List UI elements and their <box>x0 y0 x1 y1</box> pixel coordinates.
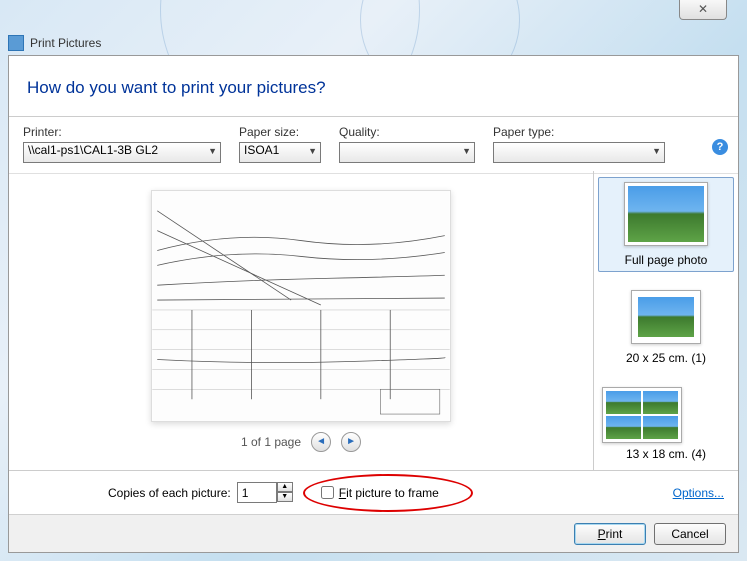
quality-select[interactable] <box>339 142 475 163</box>
layouts-pane[interactable]: Full page photo 20 x 25 cm. (1) 13 x 18 … <box>593 171 738 470</box>
copies-up-button[interactable]: ▲ <box>277 482 293 492</box>
layout-13x18[interactable]: 13 x 18 cm. (4) <box>598 383 734 465</box>
printer-label: Printer: <box>23 125 221 139</box>
dialog-panel: How do you want to print your pictures? … <box>8 55 739 553</box>
pager-text: 1 of 1 page <box>241 435 301 449</box>
action-bar: Print Cancel <box>9 514 738 552</box>
fit-to-frame-checkbox[interactable] <box>321 486 334 499</box>
paper-size-select[interactable]: ISOA1 <box>239 142 321 163</box>
layout-label: 13 x 18 cm. (4) <box>602 447 730 461</box>
print-pictures-icon <box>8 35 24 51</box>
pager: 1 of 1 page ◄ ► <box>241 432 361 452</box>
close-button[interactable]: ✕ <box>679 0 727 20</box>
copies-input[interactable] <box>237 482 277 503</box>
layout-label: 20 x 25 cm. (1) <box>602 351 730 365</box>
preview-pane: 1 of 1 page ◄ ► <box>9 171 593 470</box>
fit-to-frame-label: FFit picture to frameit picture to frame <box>339 486 439 500</box>
quality-label: Quality: <box>339 125 475 139</box>
prev-page-button[interactable]: ◄ <box>311 432 331 452</box>
paper-type-label: Paper type: <box>493 125 665 139</box>
window-title: Print Pictures <box>30 36 101 50</box>
title-bar: Print Pictures <box>8 35 101 51</box>
controls-row: Printer: \\cal1-ps1\CAL1-3B GL2 Paper si… <box>9 117 738 174</box>
copies-label: Copies of each picture: <box>108 486 231 500</box>
main-area: 1 of 1 page ◄ ► Full page photo 20 x 25 … <box>9 171 738 470</box>
copies-down-button[interactable]: ▼ <box>277 492 293 502</box>
layout-label: Full page photo <box>603 253 729 267</box>
paper-type-select[interactable] <box>493 142 665 163</box>
help-icon[interactable]: ? <box>712 139 728 155</box>
paper-size-label: Paper size: <box>239 125 321 139</box>
preview-image <box>151 190 451 422</box>
bottom-bar: Copies of each picture: ▲ ▼ FFit picture… <box>9 470 738 514</box>
layout-full-page[interactable]: Full page photo <box>598 177 734 272</box>
layout-20x25[interactable]: 20 x 25 cm. (1) <box>598 286 734 369</box>
options-link[interactable]: Options... <box>673 486 724 500</box>
cancel-button[interactable]: Cancel <box>654 523 726 545</box>
header-question: How do you want to print your pictures? <box>9 56 738 117</box>
next-page-button[interactable]: ► <box>341 432 361 452</box>
print-button[interactable]: Print <box>574 523 646 545</box>
printer-select[interactable]: \\cal1-ps1\CAL1-3B GL2 <box>23 142 221 163</box>
copies-spinner[interactable]: ▲ ▼ <box>237 482 293 503</box>
